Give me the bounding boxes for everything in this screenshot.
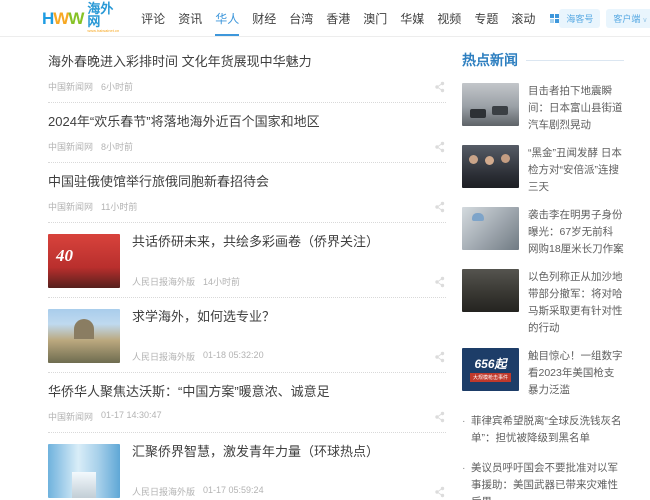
article-row[interactable]: 2024年“欢乐春节”将落地海外近百个国家和地区 中国新闻网 8小时前: [48, 103, 446, 163]
top-header: HWW 海外网 www.haiwainet.cn 评论 资讯 华人 财经 台湾 …: [0, 0, 650, 37]
hot-news-item[interactable]: 袭击李在明男子身份曝光：67岁无前科 网购18厘米长刀作案: [462, 207, 624, 258]
nav-item-comment[interactable]: 评论: [141, 0, 165, 36]
article-row[interactable]: 中国驻俄使馆举行旅俄同胞新春招待会 中国新闻网 11小时前: [48, 163, 446, 223]
article-title[interactable]: 海外春晚进入彩排时间 文化年货展现中华魅力: [48, 54, 446, 71]
nav-item-taiwan[interactable]: 台湾: [289, 0, 313, 36]
article-source: 中国新闻网: [48, 200, 93, 213]
article-title[interactable]: 2024年“欢乐春节”将落地海外近百个国家和地区: [48, 114, 446, 131]
hot-news-item[interactable]: 656起 大规模枪击事件 触目惊心！一组数字看2023年美国枪支暴力泛滥: [462, 348, 624, 399]
hot-news-item[interactable]: 以色列称正从加沙地带部分撤军：将对哈马斯采取更有针对性的行动: [462, 269, 624, 337]
article-title[interactable]: 共话侨研未来，共绘多彩画卷（侨界关注）: [132, 234, 446, 251]
thumbnail-earthquake-street: [462, 83, 519, 126]
article-source: 中国新闻网: [48, 80, 93, 93]
hot-news-text[interactable]: “黑金”丑闻发酵 日本检方对“安倍派”连搜三天: [528, 145, 624, 196]
chevron-down-icon: ∨: [642, 17, 647, 24]
haike-account-button[interactable]: 海客号: [559, 9, 600, 28]
nav-item-macau[interactable]: 澳门: [363, 0, 387, 36]
main-nav: 评论 资讯 华人 财经 台湾 香港 澳门 华媒 视频 专题 滚动: [141, 0, 559, 36]
hot-news-title: 热点新闻: [462, 50, 518, 70]
thumbnail-attack-scene: [462, 207, 519, 250]
stat-label: 大规模枪击事件: [470, 373, 511, 382]
hot-news-text[interactable]: 以色列称正从加沙地带部分撤军：将对哈马斯采取更有针对性的行动: [528, 269, 624, 337]
article-time: 01-17 14:30:47: [101, 410, 162, 423]
article-list: 海外春晚进入彩排时间 文化年货展现中华魅力 中国新闻网 6小时前 2024年“欢乐…: [48, 43, 446, 500]
nav-item-rolling[interactable]: 滚动: [511, 0, 535, 36]
nav-item-huaren[interactable]: 华人: [215, 0, 239, 36]
client-app-button[interactable]: 客户端∨: [606, 9, 650, 28]
article-row[interactable]: 汇聚侨界智慧，激发青年力量（环球热点） 人民日报海外版 01-17 05:59:2…: [48, 433, 446, 500]
hot-news-text[interactable]: 目击者拍下地震瞬间：日本富山县街道汽车剧烈晃动: [528, 83, 624, 134]
hot-news-text-list: 菲律宾希望脱离“全球反洗钱灰名单”：担忧被降级到黑名单 美议员呼吁国会不要批准对…: [462, 413, 624, 500]
nav-item-finance[interactable]: 财经: [252, 0, 276, 36]
site-url: www.haiwainet.cn: [87, 28, 119, 34]
share-icon[interactable]: [434, 81, 446, 93]
stat-number: 656起: [474, 357, 506, 371]
share-icon[interactable]: [434, 201, 446, 213]
article-title[interactable]: 中国驻俄使馆举行旅俄同胞新春招待会: [48, 174, 446, 191]
share-icon[interactable]: [434, 411, 446, 423]
share-icon[interactable]: [434, 276, 446, 288]
article-source: 人民日报海外版: [132, 275, 195, 288]
article-time: 8小时前: [101, 140, 133, 153]
article-title[interactable]: 求学海外，如何选专业？: [132, 309, 446, 326]
article-row[interactable]: 海外春晚进入彩排时间 文化年货展现中华魅力 中国新闻网 6小时前: [48, 43, 446, 103]
thumbnail-politicians: [462, 145, 519, 188]
hot-news-text[interactable]: 袭击李在明男子身份曝光：67岁无前科 网购18厘米长刀作案: [528, 207, 624, 258]
hot-news-link[interactable]: 美议员呼吁国会不要批准对以军事援助：美国武器已带来灾难性后果: [462, 460, 624, 500]
article-thumbnail-university[interactable]: [48, 309, 120, 363]
share-icon[interactable]: [434, 351, 446, 363]
article-time: 01-17 05:59:24: [203, 485, 264, 498]
article-source: 人民日报海外版: [132, 350, 195, 363]
thumbnail-gaza-troops: [462, 269, 519, 312]
hot-news-sidebar: 热点新闻 目击者拍下地震瞬间：日本富山县街道汽车剧烈晃动 “黑金”丑闻发酵 日本…: [462, 43, 624, 500]
nav-item-video[interactable]: 视频: [437, 0, 461, 36]
hot-news-item[interactable]: “黑金”丑闻发酵 日本检方对“安倍派”连搜三天: [462, 145, 624, 196]
article-title[interactable]: 汇聚侨界智慧，激发青年力量（环球热点）: [132, 444, 446, 461]
site-name: 海外网: [87, 2, 119, 28]
thumbnail-text: 40: [56, 246, 73, 266]
article-thumbnail-expo-hall[interactable]: [48, 444, 120, 498]
article-thumbnail-anniversary[interactable]: 40: [48, 234, 120, 288]
article-time: 01-18 05:32:20: [203, 350, 264, 363]
logo-hww-mark: HWW: [42, 10, 83, 27]
nav-item-hongkong[interactable]: 香港: [326, 0, 350, 36]
hot-news-text[interactable]: 触目惊心！一组数字看2023年美国枪支暴力泛滥: [528, 348, 624, 399]
hot-news-item[interactable]: 目击者拍下地震瞬间：日本富山县街道汽车剧烈晃动: [462, 83, 624, 134]
site-logo[interactable]: HWW 海外网 www.haiwainet.cn: [42, 2, 119, 34]
share-icon[interactable]: [434, 141, 446, 153]
nav-item-news[interactable]: 资讯: [178, 0, 202, 36]
article-source: 人民日报海外版: [132, 485, 195, 498]
article-source: 中国新闻网: [48, 140, 93, 153]
title-rule: [526, 60, 624, 61]
article-source: 中国新闻网: [48, 410, 93, 423]
article-row[interactable]: 40 共话侨研未来，共绘多彩画卷（侨界关注） 人民日报海外版 14小时前: [48, 223, 446, 298]
nav-item-huamei[interactable]: 华媒: [400, 0, 424, 36]
nav-item-special[interactable]: 专题: [474, 0, 498, 36]
more-channels-grid-icon[interactable]: [550, 14, 559, 23]
article-title[interactable]: 华侨华人聚焦达沃斯：“中国方案”暖意浓、诚意足: [48, 384, 446, 401]
article-row[interactable]: 求学海外，如何选专业？ 人民日报海外版 01-18 05:32:20: [48, 298, 446, 373]
article-time: 6小时前: [101, 80, 133, 93]
article-row[interactable]: 华侨华人聚焦达沃斯：“中国方案”暖意浓、诚意足 中国新闻网 01-17 14:30…: [48, 373, 446, 433]
hot-news-link[interactable]: 菲律宾希望脱离“全球反洗钱灰名单”：担忧被降级到黑名单: [462, 413, 624, 447]
share-icon[interactable]: [434, 486, 446, 498]
thumbnail-gun-violence-stat: 656起 大规模枪击事件: [462, 348, 519, 391]
article-time: 14小时前: [203, 275, 240, 288]
article-time: 11小时前: [101, 200, 137, 213]
